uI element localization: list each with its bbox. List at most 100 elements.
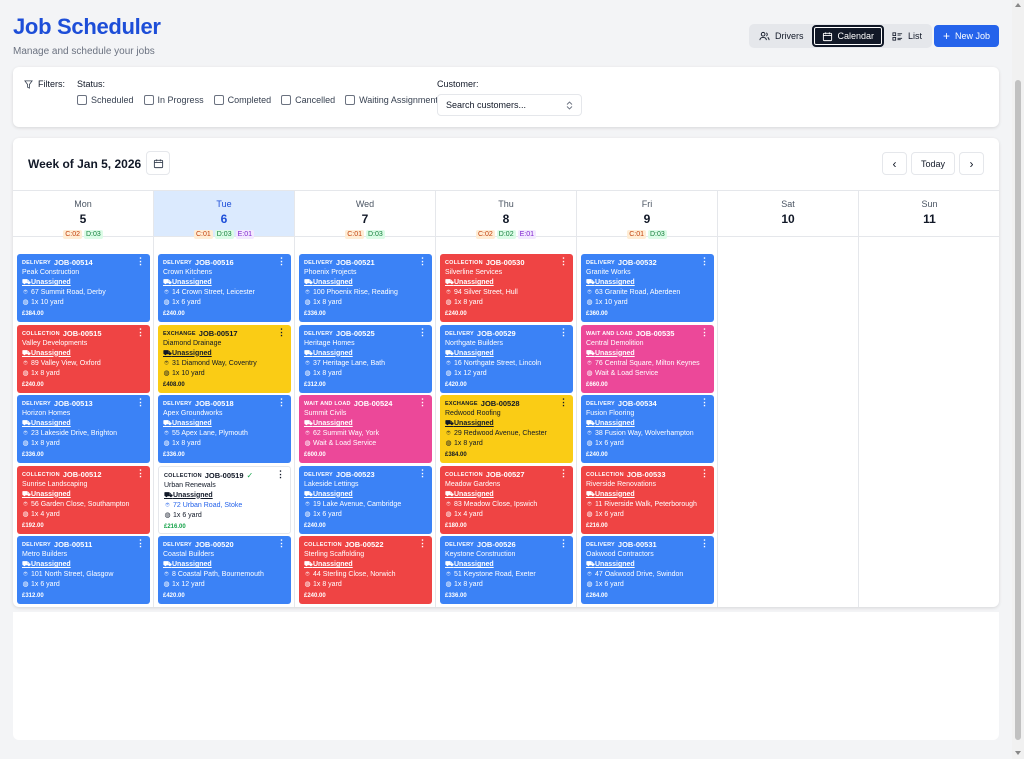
next-week-button[interactable]: › — [959, 152, 984, 175]
checkbox[interactable] — [77, 95, 87, 105]
job-card[interactable]: COLLECTION JOB-00530 ⋮ Silverline Services ⛟… — [440, 254, 573, 322]
more-vertical-icon[interactable]: ⋮ — [559, 539, 568, 548]
more-vertical-icon[interactable]: ⋮ — [700, 327, 709, 336]
job-driver[interactable]: ⛟ Unassigned — [163, 349, 286, 359]
checkbox[interactable] — [213, 95, 224, 105]
job-card[interactable]: DELIVERY JOB-00525 ⋮ Heritage Homes ⛟ Unassig… — [299, 324, 432, 393]
more-vertical-icon[interactable]: ⋮ — [700, 468, 709, 477]
job-driver[interactable]: ⛟ Unassigned — [22, 490, 145, 500]
calendar-view-button[interactable]: Calendar — [811, 25, 885, 47]
more-vertical-icon[interactable]: ⋮ — [277, 257, 286, 266]
more-vertical-icon[interactable]: ⋮ — [277, 327, 286, 336]
more-vertical-icon[interactable]: ⋮ — [418, 398, 427, 407]
more-vertical-icon[interactable]: ⋮ — [418, 327, 427, 336]
job-card[interactable]: DELIVERY JOB-00529 ⋮ Northgate Builders ⛟ Una… — [440, 324, 573, 393]
job-card[interactable]: DELIVERY JOB-00531 ⋮ Oakwood Contractors ⛟ Un… — [581, 536, 714, 604]
job-card[interactable]: COLLECTION JOB-00522 ⋮ Sterling Scaffolding… — [299, 536, 432, 604]
more-vertical-icon[interactable]: ⋮ — [277, 539, 286, 548]
more-vertical-icon[interactable]: ⋮ — [700, 398, 709, 407]
status-checkbox-waiting-assignment[interactable]: Waiting Assignment — [345, 95, 438, 105]
day-column-wed[interactable]: Wed 7 C:01 D:03 DELIVERY JOB-00521 ⋮ Phoenix Pr… — [295, 191, 436, 607]
job-driver[interactable]: ⛟ Unassigned — [304, 278, 427, 288]
job-card[interactable]: COLLECTION JOB-00512 ⋮ Sunrise Landscaping ⛟… — [17, 465, 150, 534]
day-column-mon[interactable]: Mon 5 C:02 D:03 DELIVERY JOB-00514 ⋮ Peak Const… — [13, 191, 154, 607]
job-card[interactable]: DELIVERY JOB-00516 ⋮ Crown Kitchens ⛟ Unassig… — [158, 254, 291, 322]
job-driver[interactable]: ⛟ Unassigned — [304, 560, 427, 570]
more-vertical-icon[interactable]: ⋮ — [559, 398, 568, 407]
job-driver[interactable]: ⛟ Unassigned — [304, 419, 427, 429]
more-vertical-icon[interactable]: ⋮ — [136, 539, 145, 548]
more-vertical-icon[interactable]: ⋮ — [559, 257, 568, 266]
more-vertical-icon[interactable]: ⋮ — [418, 539, 427, 548]
customer-select[interactable]: Search customers... — [437, 94, 582, 116]
job-driver[interactable]: ⛟ Unassigned — [586, 560, 709, 570]
job-driver[interactable]: ⛟ Unassigned — [445, 490, 568, 500]
job-card[interactable]: DELIVERY JOB-00518 ⋮ Apex Groundworks ⛟ Unass… — [158, 395, 291, 463]
job-driver[interactable]: ⛟ Unassigned — [22, 560, 145, 570]
job-driver[interactable]: ⛟ Unassigned — [304, 349, 427, 359]
job-card[interactable]: DELIVERY JOB-00514 ⋮ Peak Construction ⛟ Unas… — [17, 254, 150, 322]
job-driver[interactable]: ⛟ Unassigned — [22, 278, 145, 288]
job-card[interactable]: DELIVERY JOB-00520 ⋮ Coastal Builders ⛟ Unass… — [158, 536, 291, 604]
page-scrollbar[interactable] — [1012, 0, 1024, 759]
more-vertical-icon[interactable]: ⋮ — [277, 398, 286, 407]
job-card[interactable]: DELIVERY JOB-00526 ⋮ Keystone Construction ⛟… — [440, 536, 573, 604]
more-vertical-icon[interactable]: ⋮ — [700, 539, 709, 548]
checkbox[interactable] — [345, 95, 356, 105]
job-card[interactable]: EXCHANGE JOB-00528 ⋮ Redwood Roofing ⛟ Unassi… — [440, 395, 573, 463]
more-vertical-icon[interactable]: ⋮ — [136, 257, 145, 266]
today-button[interactable]: Today — [911, 152, 955, 175]
more-vertical-icon[interactable]: ⋮ — [136, 398, 145, 407]
more-vertical-icon[interactable]: ⋮ — [559, 327, 568, 336]
prev-week-button[interactable]: ‹ — [882, 152, 907, 175]
drivers-view-button[interactable]: Drivers — [751, 25, 812, 47]
checkbox[interactable] — [281, 95, 292, 105]
job-driver[interactable]: ⛟ Unassigned — [164, 491, 285, 501]
day-column-sat[interactable]: Sat 10 — [718, 191, 859, 607]
more-vertical-icon[interactable]: ⋮ — [136, 468, 145, 477]
more-vertical-icon[interactable]: ⋮ — [418, 257, 427, 266]
day-column-sun[interactable]: Sun 11 — [859, 191, 999, 607]
more-vertical-icon[interactable]: ⋮ — [136, 327, 145, 336]
job-driver[interactable]: ⛟ Unassigned — [304, 490, 427, 500]
list-view-button[interactable]: List — [884, 25, 930, 47]
job-card[interactable]: DELIVERY JOB-00532 ⋮ Granite Works ⛟ Unassign… — [581, 254, 714, 322]
job-driver[interactable]: ⛟ Unassigned — [586, 419, 709, 429]
job-driver[interactable]: ⛟ Unassigned — [445, 560, 568, 570]
job-driver[interactable]: ⛟ Unassigned — [586, 278, 709, 288]
scroll-down-icon[interactable] — [1015, 751, 1021, 755]
date-picker-button[interactable] — [146, 151, 170, 175]
day-column-thu[interactable]: Thu 8 C:02 D:02 E:01 COLLECTION JOB-00530 ⋮ Silv… — [436, 191, 577, 607]
job-driver[interactable]: ⛟ Unassigned — [586, 349, 709, 359]
job-card[interactable]: DELIVERY JOB-00521 ⋮ Phoenix Projects ⛟ Unass… — [299, 254, 432, 322]
scroll-up-icon[interactable] — [1015, 3, 1021, 7]
job-card[interactable]: DELIVERY JOB-00523 ⋮ Lakeside Lettings ⛟ Unas… — [299, 465, 432, 534]
job-card[interactable]: WAIT AND LOAD JOB-00535 ⋮ Central Demolitio… — [581, 324, 714, 393]
more-vertical-icon[interactable]: ⋮ — [418, 468, 427, 477]
job-driver[interactable]: ⛟ Unassigned — [163, 560, 286, 570]
status-checkbox-in-progress[interactable]: In Progress — [143, 95, 204, 105]
new-job-button[interactable]: + New Job — [934, 25, 999, 47]
job-card[interactable]: DELIVERY JOB-00513 ⋮ Horizon Homes ⛟ Unassign… — [17, 395, 150, 463]
job-driver[interactable]: ⛟ Unassigned — [163, 278, 286, 288]
job-driver[interactable]: ⛟ Unassigned — [22, 349, 145, 359]
day-column-tue[interactable]: Tue 6 C:01 D:03 E:01 DELIVERY JOB-00516 ⋮ Crown … — [154, 191, 295, 607]
job-driver[interactable]: ⛟ Unassigned — [445, 419, 568, 429]
job-driver[interactable]: ⛟ Unassigned — [445, 349, 568, 359]
job-card[interactable]: COLLECTION JOB-00533 ⋮ Riverside Renovation… — [581, 465, 714, 534]
day-column-fri[interactable]: Fri 9 C:01 D:03 DELIVERY JOB-00532 ⋮ Granite Wo… — [577, 191, 718, 607]
job-card[interactable]: WAIT AND LOAD JOB-00524 ⋮ Summit Civils ⛟ Una… — [299, 395, 432, 463]
scrollbar-thumb[interactable] — [1015, 80, 1021, 740]
status-checkbox-completed[interactable]: Completed — [213, 95, 271, 105]
job-card[interactable]: DELIVERY JOB-00534 ⋮ Fusion Flooring ⛟ Unassi… — [581, 395, 714, 463]
job-card[interactable]: EXCHANGE JOB-00517 ⋮ Diamond Drainage ⛟ Unass… — [158, 324, 291, 393]
more-vertical-icon[interactable]: ⋮ — [276, 469, 285, 478]
job-card[interactable]: COLLECTION JOB-00515 ⋮ Valley Developments ⛟… — [17, 324, 150, 393]
job-driver[interactable]: ⛟ Unassigned — [445, 278, 568, 288]
checkbox[interactable] — [143, 95, 154, 105]
status-checkbox-cancelled[interactable]: Cancelled — [281, 95, 335, 105]
job-card[interactable]: COLLECTION JOB-00527 ⋮ Meadow Gardens ⛟ Unass… — [440, 465, 573, 534]
job-driver[interactable]: ⛟ Unassigned — [586, 490, 709, 500]
job-driver[interactable]: ⛟ Unassigned — [22, 419, 145, 429]
more-vertical-icon[interactable]: ⋮ — [559, 468, 568, 477]
